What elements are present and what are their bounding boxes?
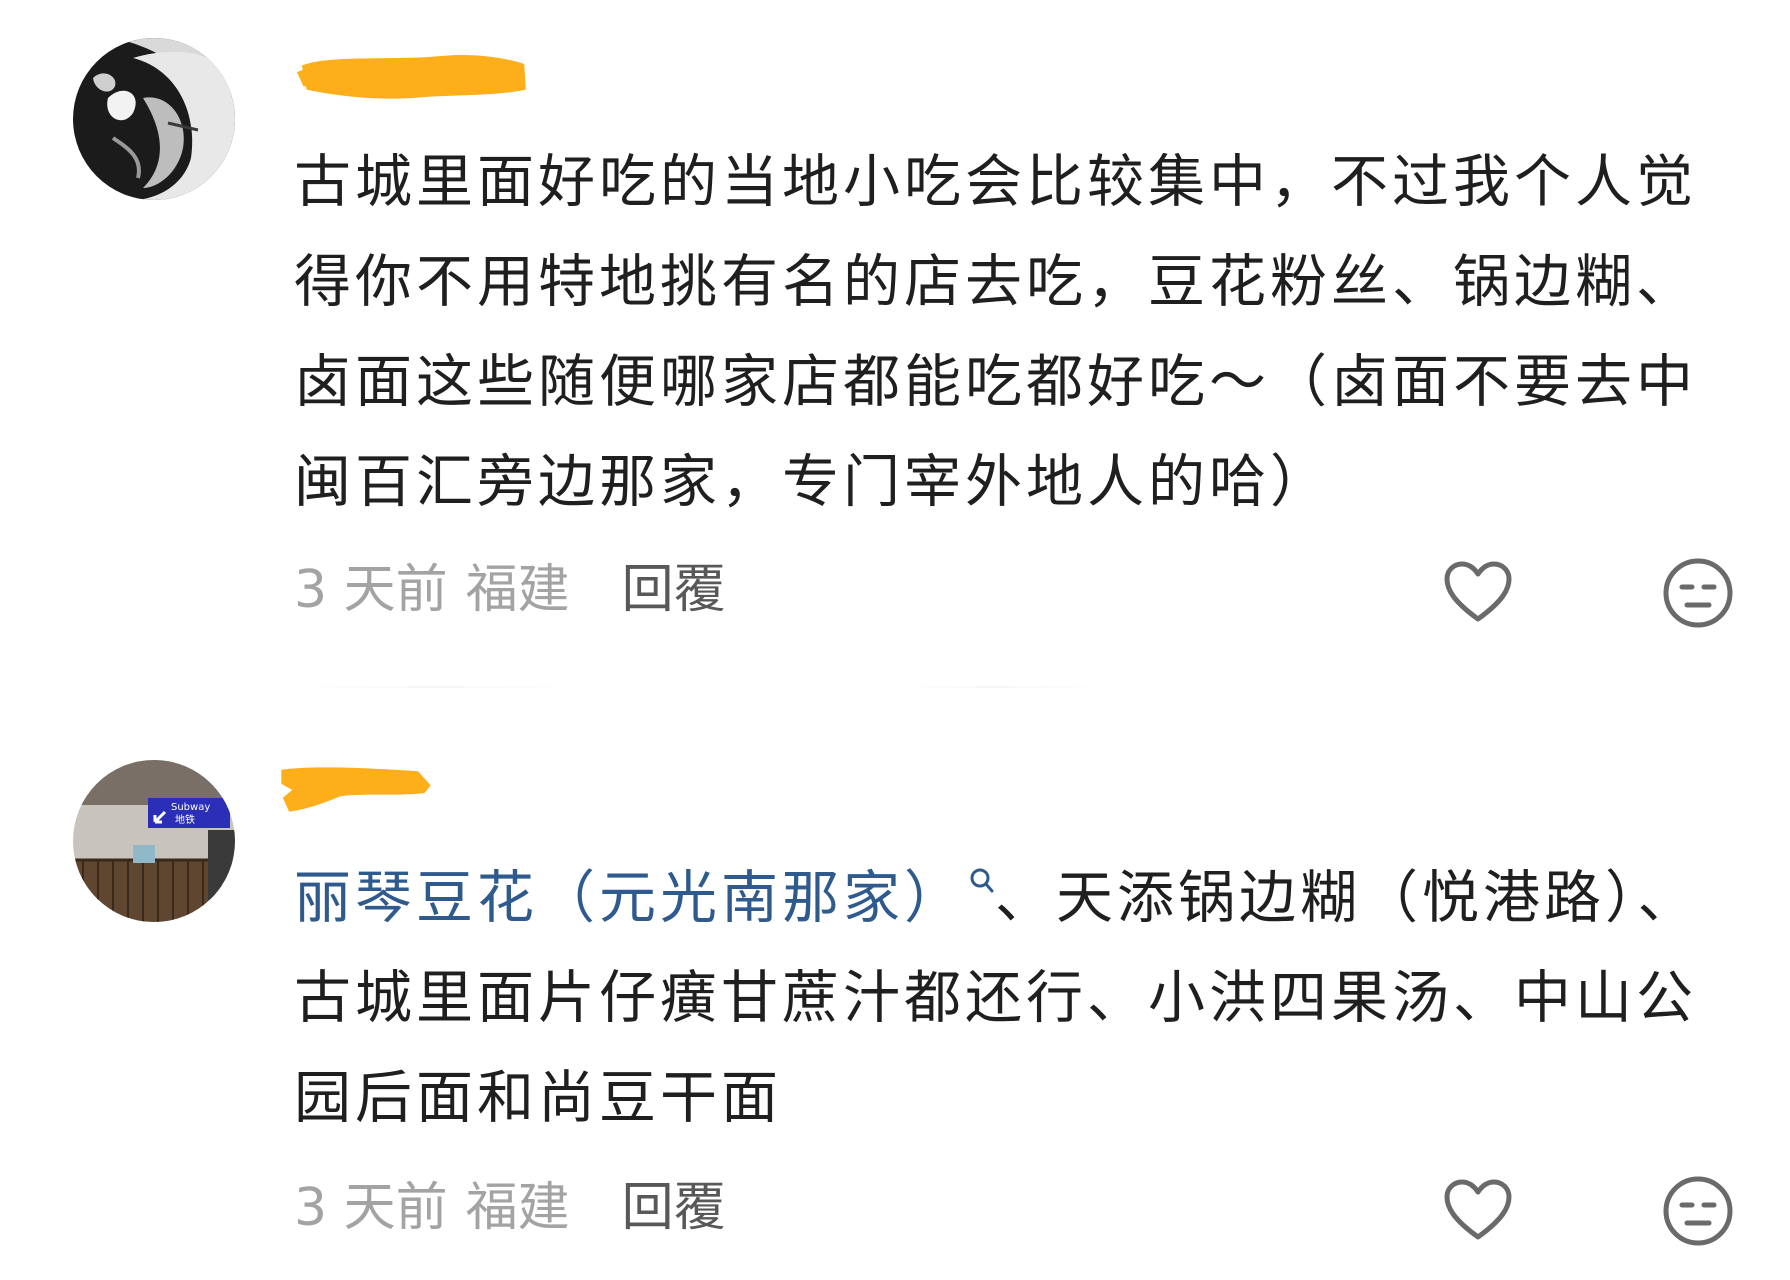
- username-redaction: [297, 54, 526, 99]
- comment-time: 3 天前: [294, 560, 448, 620]
- comment-location: 福建: [465, 560, 570, 620]
- meh-face-icon: [1663, 1176, 1733, 1246]
- avatar[interactable]: Subway 地铁: [73, 760, 235, 922]
- comment-meta: 3 天前 福建 回覆: [294, 1173, 726, 1243]
- comment-text: 古城里面好吃的当地小吃会比较集中，不过我个人觉得你不用特地挑有名的店去吃，豆花粉…: [294, 149, 1697, 515]
- reply-button[interactable]: 回覆: [622, 1178, 726, 1238]
- comment-divider: [290, 686, 1750, 688]
- comment-meta: 3 天前 福建 回覆: [294, 555, 726, 625]
- comment-text: 丽琴豆花（元光南那家） 、天添锅边糊（悦港路）、古城里面片仔癀甘蔗汁都还行、小洪四…: [294, 848, 1714, 1148]
- comment-time: 3 天前: [294, 1178, 448, 1238]
- search-icon[interactable]: [969, 867, 995, 897]
- react-button[interactable]: [1660, 555, 1736, 631]
- meh-face-icon: [1663, 558, 1733, 628]
- heart-outline-icon: [1444, 561, 1512, 622]
- subway-station-avatar-icon: Subway 地铁: [73, 760, 235, 922]
- react-button[interactable]: [1660, 1173, 1736, 1249]
- avatar-sign-text-cn: 地铁: [175, 813, 195, 826]
- anime-character-avatar-icon: [73, 38, 235, 200]
- place-link[interactable]: 丽琴豆花（元光南那家）: [294, 865, 965, 931]
- comment-location: 福建: [465, 1178, 570, 1238]
- like-button[interactable]: [1440, 1173, 1516, 1249]
- username-redaction: [281, 767, 431, 812]
- avatar-sign-text: Subway: [171, 802, 210, 813]
- like-button[interactable]: [1440, 555, 1516, 631]
- reply-button[interactable]: 回覆: [622, 560, 726, 620]
- heart-outline-icon: [1444, 1179, 1512, 1240]
- avatar[interactable]: [73, 38, 235, 200]
